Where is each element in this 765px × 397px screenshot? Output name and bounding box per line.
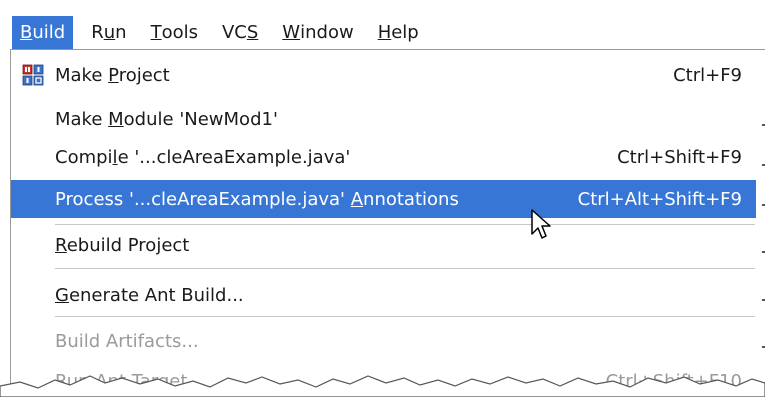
menu-vcs-pre: VC [221, 22, 247, 43]
menu-tools-mnemonic: T [150, 22, 162, 43]
menu-window-post: indow [300, 22, 354, 43]
menu-run[interactable]: Run [83, 16, 134, 49]
label-mnemonic: M [108, 108, 124, 130]
menu-item-shortcut: Ctrl+F9 [673, 64, 742, 86]
screenshot-stage: Build Run Tools VC S Window Help Make Pr… [0, 0, 765, 397]
menu-run-post: n [115, 22, 127, 43]
menu-tools[interactable]: Tools [143, 16, 206, 49]
menu-run-mnemonic: u [103, 22, 116, 43]
menu-item-label: Make Project [55, 65, 673, 86]
menu-item-generate-ant-build[interactable]: Generate Ant Build... [11, 277, 756, 313]
menu-item-shortcut: Ctrl+Alt+Shift+F9 [577, 188, 742, 210]
menu-bar: Build Run Tools VC S Window Help [0, 0, 765, 50]
menu-window-mnemonic: W [282, 22, 301, 43]
torn-edge-decoration [0, 375, 765, 397]
label-pre: Make [55, 64, 109, 86]
menu-item-make-module[interactable]: Make Module 'NewMod1' [11, 101, 756, 137]
menu-build[interactable]: Build [12, 16, 74, 49]
menu-item-compile[interactable]: Compile '...cleAreaExample.java' Ctrl+Sh… [11, 139, 756, 175]
label-post: enerate Ant Build... [68, 284, 244, 306]
menu-item-label: Build Artifacts... [55, 331, 742, 352]
menu-item-label: Make Module 'NewMod1' [55, 109, 742, 130]
menu-help-post: elp [391, 22, 419, 43]
menu-item-icon-slot [11, 277, 55, 313]
menu-item-shortcut: Ctrl+Shift+F9 [617, 146, 742, 168]
label-post: roject [118, 64, 170, 86]
label-mnemonic: R [55, 234, 67, 256]
menu-run-pre: R [91, 22, 104, 43]
label-pre: Build Artifacts... [55, 330, 199, 352]
menu-item-build-artifacts[interactable]: Build Artifacts... [11, 323, 756, 359]
menu-item-rebuild-project[interactable]: Rebuild Project [11, 227, 756, 263]
label-post: ebuild Project [66, 234, 190, 256]
label-mnemonic: G [55, 284, 69, 306]
label-pre: Compi [55, 146, 113, 168]
menu-item-icon-slot [11, 181, 55, 217]
menu-item-label: Process '...cleAreaExample.java' Annotat… [55, 189, 578, 210]
menu-item-icon-slot [11, 323, 55, 359]
menu-item-process-annotations[interactable]: Process '...cleAreaExample.java' Annotat… [11, 180, 756, 218]
label-mnemonic: P [108, 64, 119, 86]
menu-vcs[interactable]: VC S [214, 16, 266, 49]
menu-item-icon-slot [11, 139, 55, 175]
menu-item-label: Rebuild Project [55, 235, 742, 256]
menu-item-icon-slot [11, 101, 55, 137]
menu-build-post: uild [32, 22, 66, 43]
menu-item-icon-slot [11, 57, 55, 93]
make-project-icon [22, 64, 44, 86]
menu-build-mnemonic: B [20, 22, 33, 43]
label-post: odule 'NewMod1' [123, 108, 278, 130]
build-menu-dropdown: Make Project Ctrl+F9 Make Module 'NewMod… [10, 49, 765, 397]
menu-tools-post: ools [161, 22, 198, 43]
menu-separator [55, 268, 755, 269]
menu-item-icon-slot [11, 227, 55, 263]
label-pre: Make [55, 108, 109, 130]
menu-help[interactable]: Help [370, 16, 427, 49]
label-mnemonic: A [350, 188, 364, 210]
label-pre: Process '...cleAreaExample.java' [55, 188, 351, 210]
mouse-cursor-icon [531, 209, 551, 239]
label-post: e '...cleAreaExample.java' [117, 146, 351, 168]
menu-bar-items: Build Run Tools VC S Window Help [12, 16, 435, 49]
menu-separator [55, 316, 755, 317]
menu-window[interactable]: Window [274, 16, 361, 49]
menu-item-label: Generate Ant Build... [55, 285, 742, 306]
menu-help-mnemonic: H [377, 22, 392, 43]
label-post: nnotations [363, 188, 459, 210]
menu-item-label: Compile '...cleAreaExample.java' [55, 147, 617, 168]
menu-separator [55, 224, 755, 225]
menu-vcs-mnemonic: S [246, 22, 259, 43]
menu-item-make-project[interactable]: Make Project Ctrl+F9 [11, 57, 756, 93]
